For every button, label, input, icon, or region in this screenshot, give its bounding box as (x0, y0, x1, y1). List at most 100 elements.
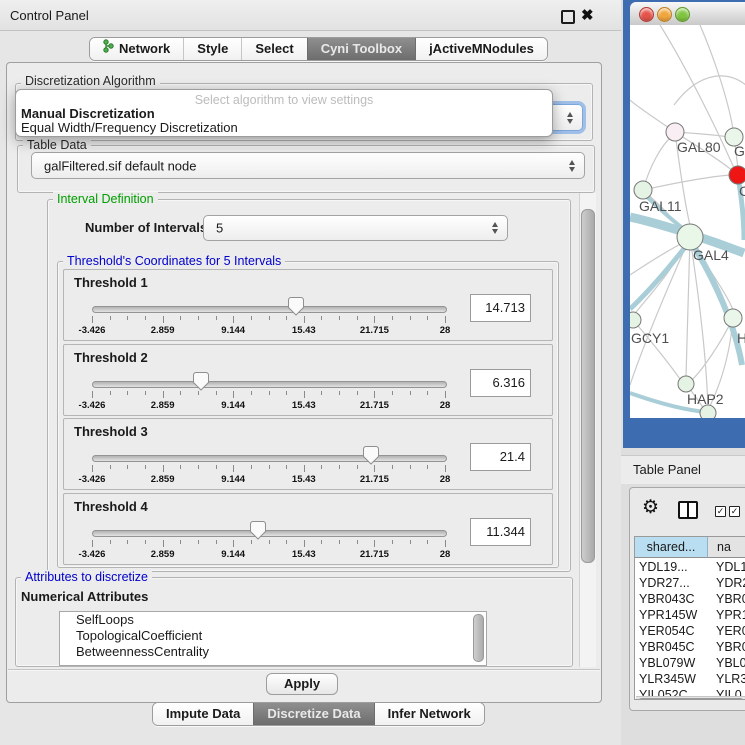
threshold-1-slider[interactable]: -3.4262.8599.14415.4321.71528 (92, 296, 445, 338)
attribute-list-item[interactable]: BetweennessCentrality (60, 644, 486, 660)
tab-select[interactable]: Select (241, 38, 306, 60)
control-panel: Control Panel ✖ Network Style Se (0, 0, 621, 745)
numerical-attributes-label: Numerical Attributes (21, 589, 148, 604)
slider-track[interactable] (92, 455, 447, 462)
checkbox-checked-icon[interactable]: ✓ (729, 506, 740, 517)
network-node[interactable] (700, 405, 716, 418)
divider (8, 669, 600, 670)
panel-title: Control Panel (10, 8, 89, 23)
column-header-name[interactable]: na (708, 537, 745, 558)
threshold-3-panel: Threshold 3 -3.4262.8599.14415.4321.7152… (63, 418, 553, 490)
threshold-4-value-field[interactable]: 11.344 (470, 518, 531, 546)
table-row[interactable]: YIL052CYIL0 (635, 687, 745, 696)
slider-tick-label: 21.715 (360, 549, 389, 560)
slider-thumb[interactable] (363, 446, 379, 465)
thresholds-group-title: Threshold's Coordinates for 5 Intervals (63, 254, 285, 268)
threshold-3-slider[interactable]: -3.4262.8599.14415.4321.71528 (92, 445, 445, 487)
network-tree-icon (103, 38, 114, 60)
table-row[interactable]: YBR043CYBR0 (635, 591, 745, 607)
combo-stepper-icon (569, 159, 576, 173)
number-of-intervals-value: 5 (216, 221, 223, 236)
slider-track[interactable] (92, 381, 447, 388)
tab-label: Infer Network (388, 703, 471, 725)
number-of-intervals-combobox[interactable]: 5 (203, 215, 508, 241)
table-hscrollbar-thumb[interactable] (638, 698, 744, 700)
checkbox-checked-icon[interactable]: ✓ (715, 506, 726, 517)
network-view-window: GAL80GACGAL11GAL4GCY1HHAP2 (623, 0, 745, 448)
table-data-title: Table Data (23, 138, 91, 152)
threshold-4-label: Threshold 4 (74, 499, 148, 514)
table-row[interactable]: YBR045CYBR0 (635, 639, 745, 655)
tab-network[interactable]: Network (90, 38, 183, 60)
slider-track[interactable] (92, 306, 447, 313)
screen: Control Panel ✖ Network Style Se (0, 0, 745, 745)
slider-tick-label: 15.43 (292, 325, 316, 336)
column-header-shared[interactable]: shared... (635, 537, 708, 558)
network-node-label: HAP2 (687, 391, 724, 407)
minimize-traffic-light-icon[interactable] (657, 7, 672, 22)
slider-tick-label: 28 (440, 474, 451, 485)
table-data-combobox[interactable]: galFiltered.sif default node (31, 152, 585, 179)
table-rows: YDL19...YDL1YDR27...YDR2YBR043CYBR0YPR14… (635, 559, 745, 696)
slider-thumb[interactable] (288, 297, 304, 316)
threshold-3-value-field[interactable]: 21.4 (470, 443, 531, 471)
network-node-label: GCY1 (631, 330, 669, 346)
network-node-label: GAL80 (677, 139, 721, 155)
slider-tick-label: 9.144 (221, 325, 245, 336)
apply-button[interactable]: Apply (266, 673, 338, 695)
tab-style[interactable]: Style (183, 38, 241, 60)
tab-impute-data[interactable]: Impute Data (153, 703, 253, 725)
threshold-4-slider[interactable]: -3.4262.8599.14415.4321.71528 (92, 520, 445, 562)
dropdown-option-manual[interactable]: Manual Discretization (21, 106, 155, 121)
settings-scrollbar-thumb[interactable] (581, 209, 595, 563)
network-node[interactable] (678, 376, 694, 392)
network-window-titlebar[interactable] (630, 2, 745, 26)
tab-jactivemnodules[interactable]: jActiveMNodules (415, 38, 547, 60)
table-row[interactable]: YER054CYER0 (635, 623, 745, 639)
dropdown-option-equal-width[interactable]: Equal Width/Frequency Discretization (21, 120, 238, 135)
threshold-2-slider[interactable]: -3.4262.8599.14415.4321.71528 (92, 371, 445, 413)
close-icon[interactable]: ✖ (581, 6, 594, 24)
network-node[interactable] (724, 309, 742, 327)
attributes-list-scrollbar-thumb[interactable] (473, 614, 484, 662)
slider-tick-label: -3.426 (79, 549, 106, 560)
close-traffic-light-icon[interactable] (639, 7, 654, 22)
bottom-tab-bar: Impute Data Discretize Data Infer Networ… (152, 702, 485, 726)
tab-label: Cyni Toolbox (321, 38, 402, 60)
attribute-list-item[interactable]: TopologicalCoefficient (60, 628, 486, 644)
network-node[interactable] (630, 312, 641, 328)
table-row[interactable]: YLR345WYLR3 (635, 671, 745, 687)
tab-label: Select (255, 38, 293, 60)
table-row[interactable]: YBL079WYBL0 (635, 655, 745, 671)
column-layout-icon[interactable] (678, 501, 698, 519)
table-row[interactable]: YDR27...YDR2 (635, 575, 745, 591)
combo-stepper-icon (492, 221, 499, 235)
algorithm-dropdown-popup: Select algorithm to view settings Manual… (15, 89, 553, 137)
threshold-1-value-field[interactable]: 14.713 (470, 294, 531, 322)
threshold-1-panel: Threshold 1 -3.4262.8599.14415.4321.7152… (63, 269, 553, 341)
threshold-2-value-field[interactable]: 6.316 (470, 369, 531, 397)
table-row[interactable]: YDL19...YDL1 (635, 559, 745, 575)
numerical-attributes-list[interactable]: SelfLoopsTopologicalCoefficientBetweenne… (59, 611, 487, 666)
network-canvas[interactable]: GAL80GACGAL11GAL4GCY1HHAP2 (630, 25, 745, 418)
network-node-label: H (737, 330, 745, 346)
network-node[interactable] (729, 166, 745, 184)
slider-thumb[interactable] (250, 521, 266, 540)
slider-tick-label: 21.715 (360, 400, 389, 411)
tab-label: Discretize Data (267, 703, 360, 725)
right-region: GAL80GACGAL11GAL4GCY1HHAP2 Table Panel ⚙… (621, 0, 745, 745)
slider-tick-label: -3.426 (79, 325, 106, 336)
slider-track[interactable] (92, 530, 447, 537)
tab-infer-network[interactable]: Infer Network (374, 703, 484, 725)
gear-icon[interactable]: ⚙ (642, 496, 659, 519)
float-window-icon[interactable] (561, 10, 575, 24)
attribute-list-item[interactable]: SelfLoops (60, 612, 486, 628)
network-node[interactable] (634, 181, 652, 199)
tab-discretize-data[interactable]: Discretize Data (253, 703, 373, 725)
cyni-main-panel: Discretization Algorithm Select algorith… (6, 62, 602, 703)
tab-cyni-toolbox[interactable]: Cyni Toolbox (307, 38, 415, 60)
slider-thumb[interactable] (193, 372, 209, 391)
zoom-traffic-light-icon[interactable] (675, 7, 690, 22)
table-row[interactable]: YPR145WYPR1 (635, 607, 745, 623)
discretization-algorithm-title: Discretization Algorithm (21, 74, 160, 88)
